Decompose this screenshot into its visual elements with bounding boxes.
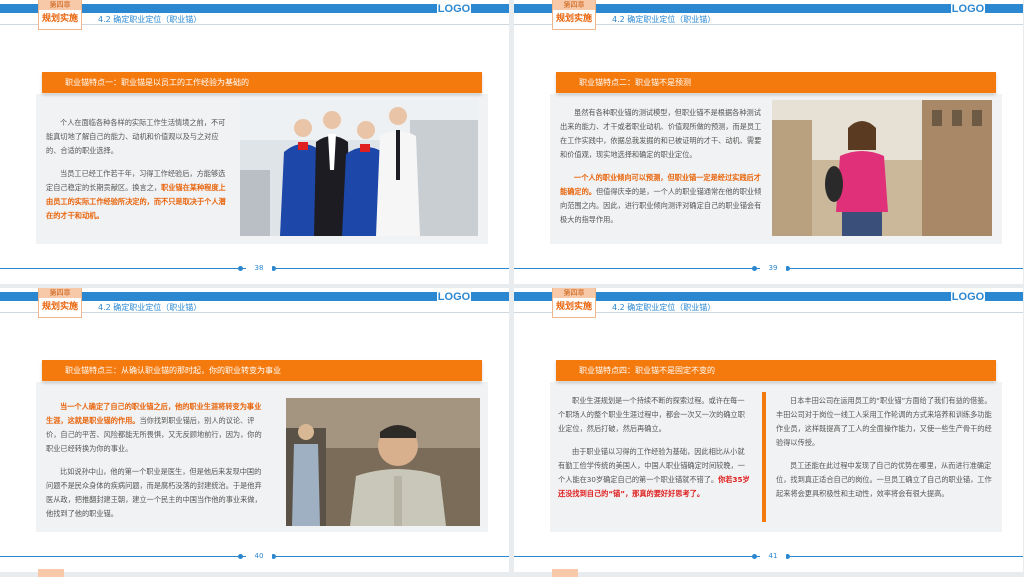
logo: LOGO: [437, 291, 471, 303]
body-text: 虽然有各种职业锚的测试模型，但职业锚不是根据各种测试出来的能力、才干或者职业动机…: [560, 106, 764, 236]
section-label: 规划实施: [41, 302, 78, 312]
page-number: 40: [246, 549, 272, 563]
slide-40[interactable]: LOGO 第四章规划实施 4.2 确定职业定位（职业锚） 职业锚特点三：从确认职…: [0, 288, 509, 572]
page-number: 38: [246, 261, 272, 275]
feature-banner: 职业锚特点三：从确认职业锚的那时起，你的职业转变为事业: [42, 360, 482, 381]
paragraph: 虽然有各种职业锚的测试模型，但职业锚不是根据各种测试出来的能力、才干或者职业动机…: [560, 108, 762, 159]
section-label: 规划实施: [555, 14, 592, 24]
section-label: 规划实施: [41, 14, 78, 24]
slide-subtitle: 4.2 确定职业定位（职业锚）: [98, 303, 202, 312]
feature-banner: 职业锚特点一：职业锚是以员工的工作经验为基础的: [42, 72, 482, 93]
slide-41[interactable]: LOGO 第四章规划实施 4.2 确定职业定位（职业锚） 职业锚特点四：职业锚不…: [514, 288, 1023, 572]
footer-dot: [238, 266, 243, 271]
slide-subtitle: 4.2 确定职业定位（职业锚）: [612, 15, 716, 24]
paragraph: 员工还能在此过程中发现了自己的优势在哪里，从而进行准确定位，找到真正适合自己的岗…: [776, 461, 992, 498]
chapter-tab: 第四章 规划实施: [38, 0, 82, 30]
footer-dot: [752, 266, 757, 271]
slide-subtitle: 4.2 确定职业定位（职业锚）: [612, 303, 716, 312]
chapter-tab: 第四章 规划实施: [38, 288, 82, 318]
logo: LOGO: [437, 3, 471, 15]
footer-dot: [238, 554, 243, 559]
body-text: 当一个人确定了自己的职业锚之后，他的职业生涯将转变为事业生涯，这就是职业锚的作用…: [46, 400, 268, 530]
sun-yat-sen-photo: [286, 398, 480, 526]
chapter-label: 第四章: [39, 288, 81, 298]
chapter-label: 第四章: [39, 0, 81, 10]
paragraph: 个人在面临各种各样的实际工作生活情境之前，不可能真切地了解自己的能力、动机和价值…: [46, 118, 226, 155]
section-label: 规划实施: [555, 302, 592, 312]
paragraph: 职业生涯规划是一个持续不断的探索过程。或许在每一个职场人的整个职业生涯过程中，都…: [558, 396, 745, 433]
page-number: 41: [760, 549, 786, 563]
chapter-tab: 第四章 规划实施: [552, 0, 596, 30]
feature-banner: 职业锚特点二：职业锚不是预测: [556, 72, 996, 93]
paragraph: 日本丰田公司在运用员工的“职业锚”方面给了我们有益的借鉴。丰田公司对于岗位一线工…: [776, 396, 992, 447]
chapter-tab: 第四章 规划实施: [552, 288, 596, 318]
slide-38[interactable]: LOGO 第四章规划实施 4.2 确定职业定位（职业锚） 职业锚特点一：职业锚是…: [0, 0, 509, 284]
slide-subtitle: 4.2 确定职业定位（职业锚）: [98, 15, 202, 24]
worried-woman-photo: [772, 100, 992, 236]
chapter-label: 第四章: [553, 0, 595, 10]
feature-banner: 职业锚特点四：职业锚不是固定不变的: [556, 360, 996, 381]
paragraph: 由于职业锚以习得的工作经验为基础，因此相比从小就有勤工俭学传统的美国人，中国人职…: [558, 445, 750, 501]
body-text: 个人在面临各种各样的实际工作生活情境之前，不可能真切地了解自己的能力、动机和价值…: [46, 116, 226, 232]
logo: LOGO: [951, 291, 985, 303]
paragraph: 当一个人确定了自己的职业锚之后，他的职业生涯将转变为事业生涯，这就是职业锚的作用…: [46, 400, 268, 456]
next-slide-tab: [38, 569, 64, 577]
paragraph: 一个人的职业倾向可以预测，但职业锚一定是经过实践后才能确定的。但值得庆幸的是，一…: [560, 171, 764, 227]
paragraph: 比如说孙中山，他的第一个职业是医生，但是他后来发现中国的问题不是民众身体的疾病问…: [46, 467, 262, 518]
paragraph: 当员工已经工作若干年，习得工作经验后，方能够选定自己稳定的长期贡献区。换言之，职…: [46, 167, 226, 223]
footer-dot: [752, 554, 757, 559]
flight-crew-photo: [240, 100, 478, 236]
next-slide-tab: [552, 569, 578, 577]
chapter-label: 第四章: [553, 288, 595, 298]
page-number: 39: [760, 261, 786, 275]
text-span: 由于职业锚以习得的工作经验为基础，因此相比从小就有勤工俭学传统的美国人，中国人职…: [558, 447, 745, 484]
left-column-text: 职业生涯规划是一个持续不断的探索过程。或许在每一个职场人的整个职业生涯过程中，都…: [558, 394, 750, 510]
slide-39[interactable]: LOGO 第四章规划实施 4.2 确定职业定位（职业锚） 职业锚特点二：职业锚不…: [514, 0, 1023, 284]
column-divider: [762, 392, 766, 522]
right-column-text: 日本丰田公司在运用员工的“职业锚”方面给了我们有益的借鉴。丰田公司对于岗位一线工…: [776, 394, 992, 510]
logo: LOGO: [951, 3, 985, 15]
